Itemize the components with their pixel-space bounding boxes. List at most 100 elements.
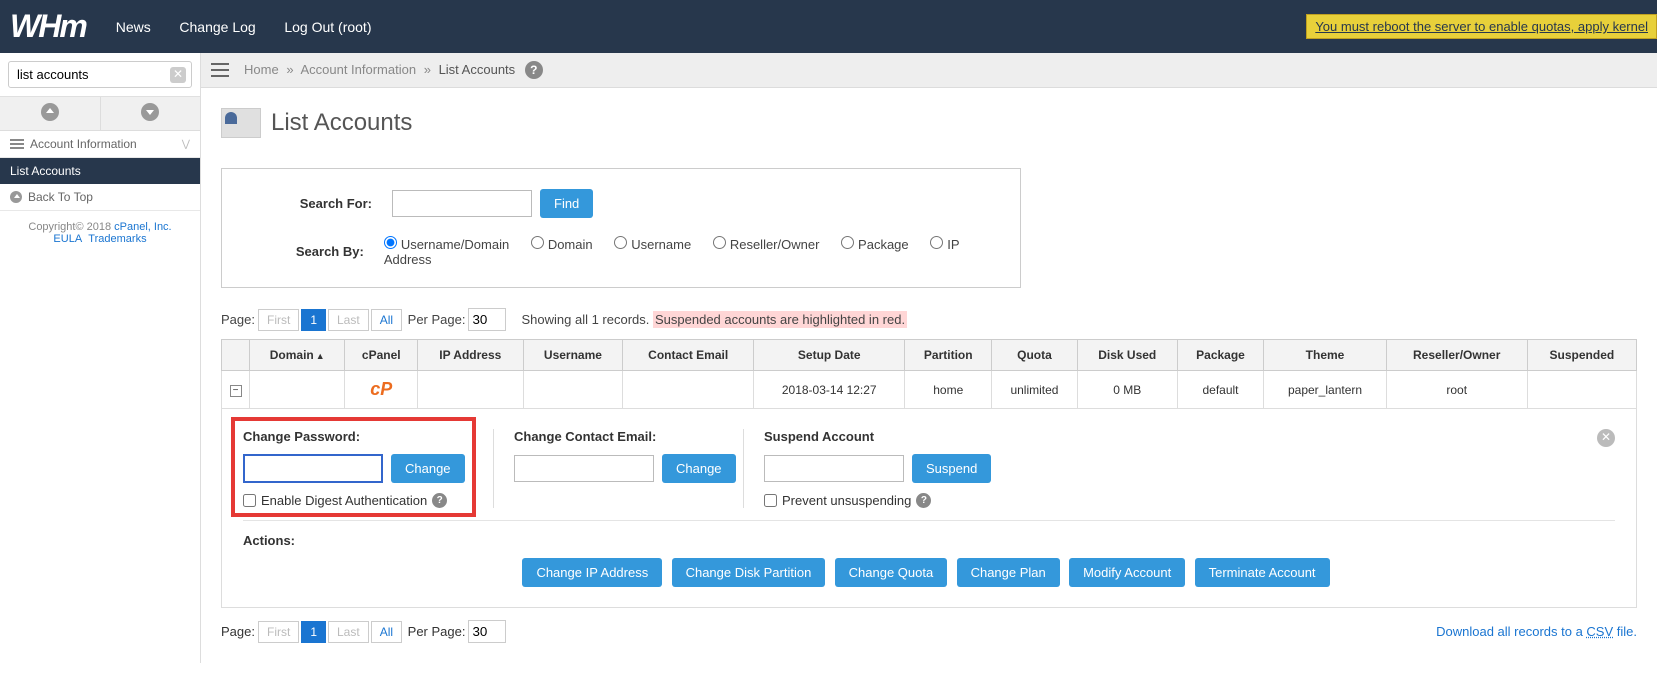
per-page-input-bottom[interactable] [468,620,506,643]
chevron-icon: ⋁ [182,139,190,150]
find-button[interactable]: Find [540,189,593,218]
search-by-radio-group: Username/Domain Domain Username Reseller… [384,236,980,267]
breadcrumb-home[interactable]: Home [244,62,279,77]
col-quota[interactable]: Quota [992,340,1078,371]
col-cpanel[interactable]: cPanel [345,340,418,371]
col-partition[interactable]: Partition [905,340,992,371]
breadcrumb: Home » Account Information » List Accoun… [244,61,543,79]
change-password-section: Change Password: Change Enable Digest Au… [243,429,473,508]
download-csv-link[interactable]: Download all records to a CSV file. [1436,624,1637,639]
pager-first[interactable]: First [258,309,299,331]
eula-link[interactable]: EULA [53,233,82,245]
change-disk-button[interactable]: Change Disk Partition [672,558,826,587]
col-package[interactable]: Package [1177,340,1264,371]
cpanel-icon[interactable]: cP [370,379,392,399]
breadcrumb-bar: Home » Account Information » List Accoun… [201,53,1657,88]
nav-logout[interactable]: Log Out (root) [284,19,371,35]
pager-last[interactable]: Last [328,309,369,331]
cell-setup: 2018-03-14 12:27 [754,371,905,409]
change-email-input[interactable] [514,455,654,482]
close-icon[interactable]: ✕ [1597,429,1615,447]
pager-last-bottom[interactable]: Last [328,621,369,643]
pager-all-bottom[interactable]: All [371,621,402,643]
col-suspended[interactable]: Suspended [1527,340,1636,371]
change-plan-button[interactable]: Change Plan [957,558,1060,587]
chevron-down-icon [141,103,159,121]
prevent-unsuspend-checkbox[interactable] [764,494,777,507]
bottom-pager: Page: First 1 Last All Per Page: Downloa… [221,620,1637,643]
cell-disk: 0 MB [1077,371,1177,409]
pager-all[interactable]: All [371,309,402,331]
back-to-top-link[interactable]: Back To Top [0,184,200,211]
reboot-alert[interactable]: You must reboot the server to enable quo… [1306,14,1657,39]
suspend-button[interactable]: Suspend [912,454,991,483]
whm-logo[interactable]: WHm [10,8,86,45]
table-row: − cP 2018-03-14 12:27 home unlimited 0 M… [222,371,1637,409]
col-domain[interactable]: Domain▲ [250,340,345,371]
suspend-section: Suspend Account Suspend Prevent unsuspen… [743,429,1615,508]
digest-auth-checkbox[interactable] [243,494,256,507]
per-page-input[interactable] [468,308,506,331]
change-email-button[interactable]: Change [662,454,736,483]
collapse-row-icon[interactable]: − [230,385,242,397]
cell-reseller: root [1386,371,1527,409]
header-nav: News Change Log Log Out (root) [116,19,397,35]
cpanel-inc-link[interactable]: cPanel, Inc. [114,221,171,233]
accounts-table: Domain▲ cPanel IP Address Username Conta… [221,339,1637,608]
nav-news[interactable]: News [116,19,151,35]
help-icon[interactable]: ? [432,493,447,508]
pager-first-bottom[interactable]: First [258,621,299,643]
top-pager: Page: First 1 Last All Per Page: Showing… [221,308,1637,331]
nav-changelog[interactable]: Change Log [179,19,255,35]
modify-account-button[interactable]: Modify Account [1069,558,1185,587]
col-reseller[interactable]: Reseller/Owner [1386,340,1527,371]
hamburger-icon[interactable] [211,63,229,77]
breadcrumb-current: List Accounts [439,62,516,77]
collapse-up-button[interactable] [0,97,101,130]
cell-package: default [1177,371,1264,409]
sidebar-section-account-info[interactable]: Account Information ⋁ [0,131,200,158]
search-for-input[interactable] [392,190,532,217]
col-email[interactable]: Contact Email [623,340,754,371]
change-password-button[interactable]: Change [391,454,465,483]
search-for-label: Search For: [262,196,372,211]
sidebar-search-input[interactable] [8,61,192,88]
terminate-account-button[interactable]: Terminate Account [1195,558,1330,587]
search-panel: Search For: Find Search By: Username/Dom… [221,168,1021,288]
change-password-input[interactable] [243,454,383,483]
trademarks-link[interactable]: Trademarks [88,233,146,245]
col-ip[interactable]: IP Address [418,340,523,371]
col-username[interactable]: Username [523,340,623,371]
col-setup[interactable]: Setup Date [754,340,905,371]
page-title: List Accounts [221,108,1637,138]
radio-username-domain[interactable]: Username/Domain [384,237,509,252]
sidebar-item-list-accounts[interactable]: List Accounts [0,158,200,184]
top-header: WHm News Change Log Log Out (root) You m… [0,0,1657,53]
breadcrumb-section[interactable]: Account Information [300,62,416,77]
arrow-up-icon [10,191,22,203]
cell-ip [418,371,523,409]
cell-suspended [1527,371,1636,409]
expanded-row: Change Password: Change Enable Digest Au… [222,409,1637,608]
radio-username[interactable]: Username [614,237,691,252]
collapse-down-button[interactable] [101,97,201,130]
sort-asc-icon: ▲ [316,351,325,361]
col-disk[interactable]: Disk Used [1077,340,1177,371]
actions-section: Actions: Change IP Address Change Disk P… [243,533,1615,587]
help-icon[interactable]: ? [525,61,543,79]
change-quota-button[interactable]: Change Quota [835,558,948,587]
suspend-reason-input[interactable] [764,455,904,482]
cell-partition: home [905,371,992,409]
pager-page-1[interactable]: 1 [301,309,326,331]
radio-reseller[interactable]: Reseller/Owner [713,237,820,252]
radio-package[interactable]: Package [841,237,909,252]
chevron-up-icon [41,103,59,121]
list-icon [10,139,24,149]
change-ip-button[interactable]: Change IP Address [522,558,662,587]
change-email-section: Change Contact Email: Change [493,429,723,508]
clear-search-icon[interactable]: ✕ [170,67,186,83]
col-theme[interactable]: Theme [1264,340,1386,371]
radio-domain[interactable]: Domain [531,237,593,252]
pager-page-1-bottom[interactable]: 1 [301,621,326,643]
help-icon[interactable]: ? [916,493,931,508]
